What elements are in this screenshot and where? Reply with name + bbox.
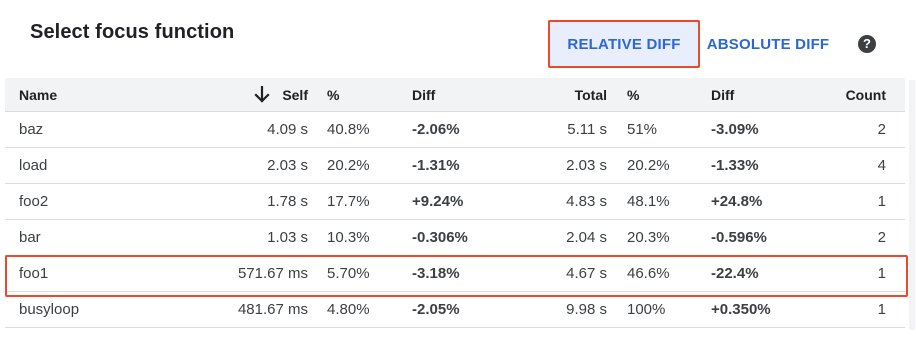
- total-percent: 46.6%: [627, 265, 670, 282]
- column-header-self-pct[interactable]: %: [327, 78, 397, 111]
- self-time: 2.03 s: [267, 157, 308, 174]
- total-time: 4.67 s: [566, 265, 607, 282]
- vertical-scrollbar[interactable]: [909, 80, 915, 330]
- self-percent: 5.70%: [327, 265, 370, 282]
- table-row[interactable]: busyloop 481.67 ms 4.80% -2.05% 9.98 s 1…: [5, 292, 905, 328]
- total-percent: 51%: [627, 121, 658, 138]
- total-time: 9.98 s: [566, 301, 607, 318]
- self-time: 571.67 ms: [237, 265, 308, 282]
- self-percent: 17.7%: [327, 193, 370, 210]
- total-time: 2.04 s: [566, 229, 607, 246]
- self-time: 1.03 s: [267, 229, 308, 246]
- self-percent: 20.2%: [327, 157, 370, 174]
- column-header-total[interactable]: Total: [505, 78, 607, 111]
- self-percent: 40.8%: [327, 121, 370, 138]
- call-count: 1: [877, 301, 886, 318]
- column-header-self[interactable]: Self: [185, 78, 308, 111]
- column-header-count[interactable]: Count: [805, 78, 886, 111]
- table-row[interactable]: foo2 1.78 s 17.7% +9.24% 4.83 s 48.1% +2…: [5, 184, 905, 220]
- total-percent: 48.1%: [627, 193, 670, 210]
- arrow-down-icon[interactable]: [254, 85, 270, 104]
- self-time: 1.78 s: [267, 193, 308, 210]
- total-time: 5.11 s: [567, 121, 607, 138]
- total-percent: 100%: [627, 301, 666, 318]
- table-header: Name Self % Diff Total % Diff Count: [5, 78, 905, 112]
- total-percent: 20.3%: [627, 229, 670, 246]
- column-header-total-pct[interactable]: %: [627, 78, 697, 111]
- table-row[interactable]: load 2.03 s 20.2% -1.31% 2.03 s 20.2% -1…: [5, 148, 905, 184]
- call-count: 1: [877, 265, 886, 282]
- total-percent: 20.2%: [627, 157, 670, 174]
- call-count: 4: [877, 157, 886, 174]
- self-percent: 4.80%: [327, 301, 370, 318]
- help-icon[interactable]: ?: [858, 35, 876, 53]
- call-count: 2: [877, 121, 886, 138]
- focus-function-table: Name Self % Diff Total % Diff Count baz …: [5, 78, 905, 328]
- table-row[interactable]: bar 1.03 s 10.3% -0.306% 2.04 s 20.3% -0…: [5, 220, 905, 256]
- call-count: 1: [877, 193, 886, 210]
- relative-diff-button[interactable]: RELATIVE DIFF: [548, 20, 700, 68]
- self-percent: 10.3%: [327, 229, 370, 246]
- absolute-diff-button[interactable]: ABSOLUTE DIFF: [706, 20, 830, 68]
- page-title: Select focus function: [30, 21, 235, 43]
- total-time: 4.83 s: [566, 193, 607, 210]
- total-time: 2.03 s: [566, 157, 607, 174]
- call-count: 2: [877, 229, 886, 246]
- column-header-self-label: Self: [282, 86, 308, 103]
- self-time: 4.09 s: [267, 121, 308, 138]
- table-row-highlighted[interactable]: foo1 571.67 ms 5.70% -3.18% 4.67 s 46.6%…: [5, 256, 905, 292]
- self-time: 481.67 ms: [237, 301, 308, 318]
- table-row[interactable]: baz 4.09 s 40.8% -2.06% 5.11 s 51% -3.09…: [5, 112, 905, 148]
